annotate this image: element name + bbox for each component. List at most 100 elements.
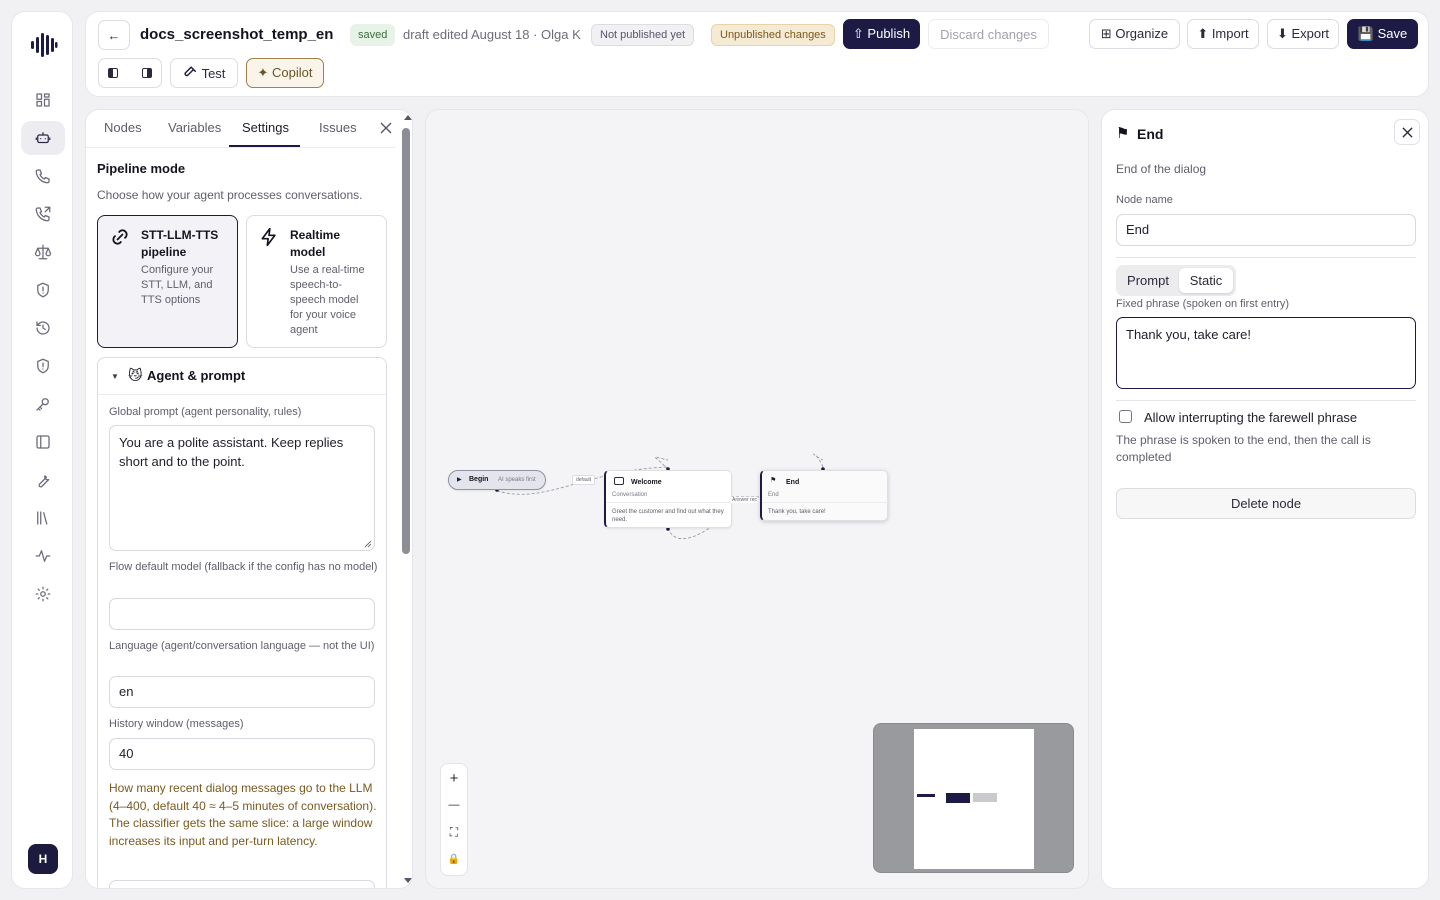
fit-view-button[interactable]: ⛶ [443, 820, 465, 844]
organize-button[interactable]: ⊞ Organize [1089, 19, 1180, 49]
global-prompt-label: Global prompt (agent personality, rules) [109, 406, 302, 418]
next-field-input[interactable] [109, 880, 375, 888]
lightning-icon [261, 227, 276, 247]
back-button[interactable]: ← [98, 20, 130, 50]
chat-bubble-icon [614, 477, 624, 485]
export-button[interactable]: ⬇ Export [1267, 19, 1339, 49]
test-button[interactable]: Test [170, 58, 238, 88]
option-title: Realtime model [290, 228, 341, 259]
begin-node[interactable]: ▶ Begin AI speaks first [448, 470, 546, 490]
global-prompt-textarea[interactable]: You are a polite assistant. Keep replies… [109, 425, 375, 551]
import-button[interactable]: ⬆ Import [1187, 19, 1259, 49]
chevron-down-icon[interactable]: ▼ [111, 372, 119, 381]
welcome-node-title: Welcome [631, 479, 662, 486]
test-tube-icon [184, 66, 196, 77]
minimap[interactable] [873, 723, 1074, 873]
sidebar-panel-icon [36, 435, 50, 449]
nav-analytics-button[interactable] [21, 539, 65, 573]
phone-icon [35, 169, 50, 184]
flow-title: docs_screenshot_temp_en [140, 26, 334, 43]
nav-dashboard-button[interactable] [21, 83, 65, 117]
robot-face-icon: 😼 [128, 367, 143, 383]
discard-changes-button[interactable]: Discard changes [928, 19, 1049, 49]
activity-icon [35, 550, 51, 562]
play-icon: ▶ [457, 477, 462, 483]
flow-default-model-input[interactable] [109, 598, 375, 630]
flag-icon: ⚑ [1116, 125, 1130, 142]
language-label: Language (agent/conversation language — … [109, 640, 375, 652]
end-node-title: End [786, 479, 800, 486]
pipeline-mode-description: Choose how your agent processes conversa… [97, 188, 363, 202]
shield-icon [37, 358, 49, 374]
nav-library-button[interactable] [21, 501, 65, 535]
history-icon [36, 321, 50, 335]
node-name-input[interactable]: End [1116, 214, 1416, 246]
save-button[interactable]: 💾 Save [1347, 19, 1418, 49]
allow-interrupt-label[interactable]: Allow interrupting the farewell phrase [1144, 410, 1357, 425]
minimap-welcome-node [946, 793, 970, 803]
end-node[interactable]: ⚑ End End Thank you, take care! [760, 470, 888, 521]
welcome-node-type: Conversation [612, 492, 648, 498]
nav-agents-button[interactable] [21, 121, 65, 155]
tab-nodes[interactable]: Nodes [104, 120, 142, 135]
tab-settings[interactable]: Settings [242, 120, 289, 135]
delete-node-button[interactable]: Delete node [1116, 488, 1416, 519]
zoom-in-button[interactable]: + [443, 766, 465, 790]
minimap-begin-node [917, 794, 935, 797]
phone-outgoing-icon [35, 206, 51, 222]
pipeline-option-realtime[interactable]: Realtime model Use a real-time speech-to-s… [246, 215, 387, 348]
copilot-button[interactable]: ✦ Copilot [246, 58, 324, 88]
flow-canvas[interactable]: ▶ Begin AI speaks first default Welcome … [425, 109, 1089, 889]
fixed-phrase-label: Fixed phrase (spoken on first entry) [1116, 298, 1290, 310]
user-avatar[interactable]: H [28, 844, 58, 874]
resize-handle-icon[interactable] [364, 540, 372, 548]
nav-settings-button[interactable] [21, 577, 65, 611]
nav-calls-button[interactable] [21, 159, 65, 193]
agent-prompt-heading[interactable]: Agent & prompt [147, 368, 245, 383]
nav-evaluations-button[interactable] [21, 235, 65, 269]
welcome-node[interactable]: Welcome Conversation Greet the customer … [604, 470, 732, 528]
grid-icon [36, 93, 50, 107]
unpublished-changes-badge: Unpublished changes [711, 24, 835, 46]
nav-tools-button[interactable] [21, 463, 65, 497]
nav-security-button[interactable] [21, 273, 65, 307]
flag-icon: ⚑ [770, 477, 777, 484]
close-icon[interactable] [380, 122, 392, 134]
minimap-end-node [973, 793, 997, 802]
flow-default-model-label: Flow default model (fallback if the conf… [109, 561, 378, 573]
toggle-left-panel-icon[interactable] [108, 68, 119, 78]
scroll-thumb[interactable] [402, 128, 410, 554]
tab-issues[interactable]: Issues [319, 120, 357, 135]
tab-variables[interactable]: Variables [168, 120, 221, 135]
mode-prompt-tab[interactable]: Prompt [1119, 268, 1177, 293]
gear-icon [35, 586, 51, 602]
key-icon [36, 398, 49, 411]
nav-history-button[interactable] [21, 311, 65, 345]
saved-badge: saved [350, 24, 396, 46]
editor-header: ← docs_screenshot_temp_en saved draft ed… [85, 11, 1429, 97]
history-window-hint: How many recent dialog messages go to th… [109, 781, 377, 848]
zoom-out-button[interactable]: — [443, 793, 465, 817]
edge-label-answer: Answer rec [731, 497, 759, 503]
pipeline-option-stt-llm-tts[interactable]: STT-LLM-TTS pipeline Configure your STT, L… [97, 215, 238, 348]
shield-alert-icon [37, 282, 49, 298]
bot-icon [35, 132, 51, 144]
active-tab-indicator [229, 145, 300, 147]
publish-button[interactable]: ⇧ Publish [843, 19, 920, 49]
nav-compliance-button[interactable] [21, 349, 65, 383]
nav-outbound-calls-button[interactable] [21, 197, 65, 231]
lock-button[interactable]: 🔒 [443, 847, 465, 871]
toggle-right-panel-icon[interactable] [141, 68, 152, 78]
option-description: Configure your STT, LLM, and TTS options [141, 264, 214, 306]
mode-static-tab[interactable]: Static [1179, 268, 1233, 293]
allow-interrupt-checkbox[interactable] [1119, 410, 1132, 423]
language-input[interactable]: en [109, 676, 375, 708]
fixed-phrase-textarea[interactable]: Thank you, take care! [1116, 317, 1416, 389]
history-window-input[interactable]: 40 [109, 738, 375, 770]
minimap-viewport[interactable] [914, 729, 1034, 869]
not-published-badge: Not published yet [591, 24, 694, 46]
nav-api-keys-button[interactable] [21, 387, 65, 421]
node-inspector: ⚑ End End of the dialog Node name End Pr… [1101, 109, 1429, 889]
close-inspector-button[interactable] [1394, 119, 1420, 145]
nav-layout-button[interactable] [21, 425, 65, 459]
